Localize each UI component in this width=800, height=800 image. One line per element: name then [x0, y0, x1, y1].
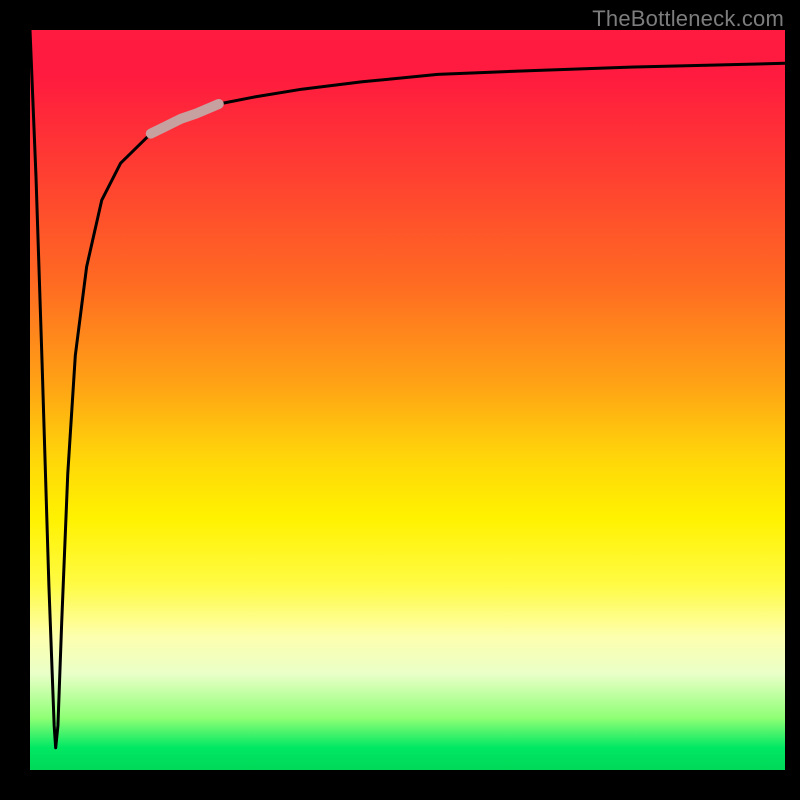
watermark-text: TheBottleneck.com [592, 6, 784, 32]
curve-svg [30, 30, 785, 770]
plot-area [30, 30, 785, 770]
chart-frame: TheBottleneck.com [0, 0, 800, 800]
bottleneck-curve [30, 30, 785, 748]
highlight-segment [151, 104, 219, 134]
